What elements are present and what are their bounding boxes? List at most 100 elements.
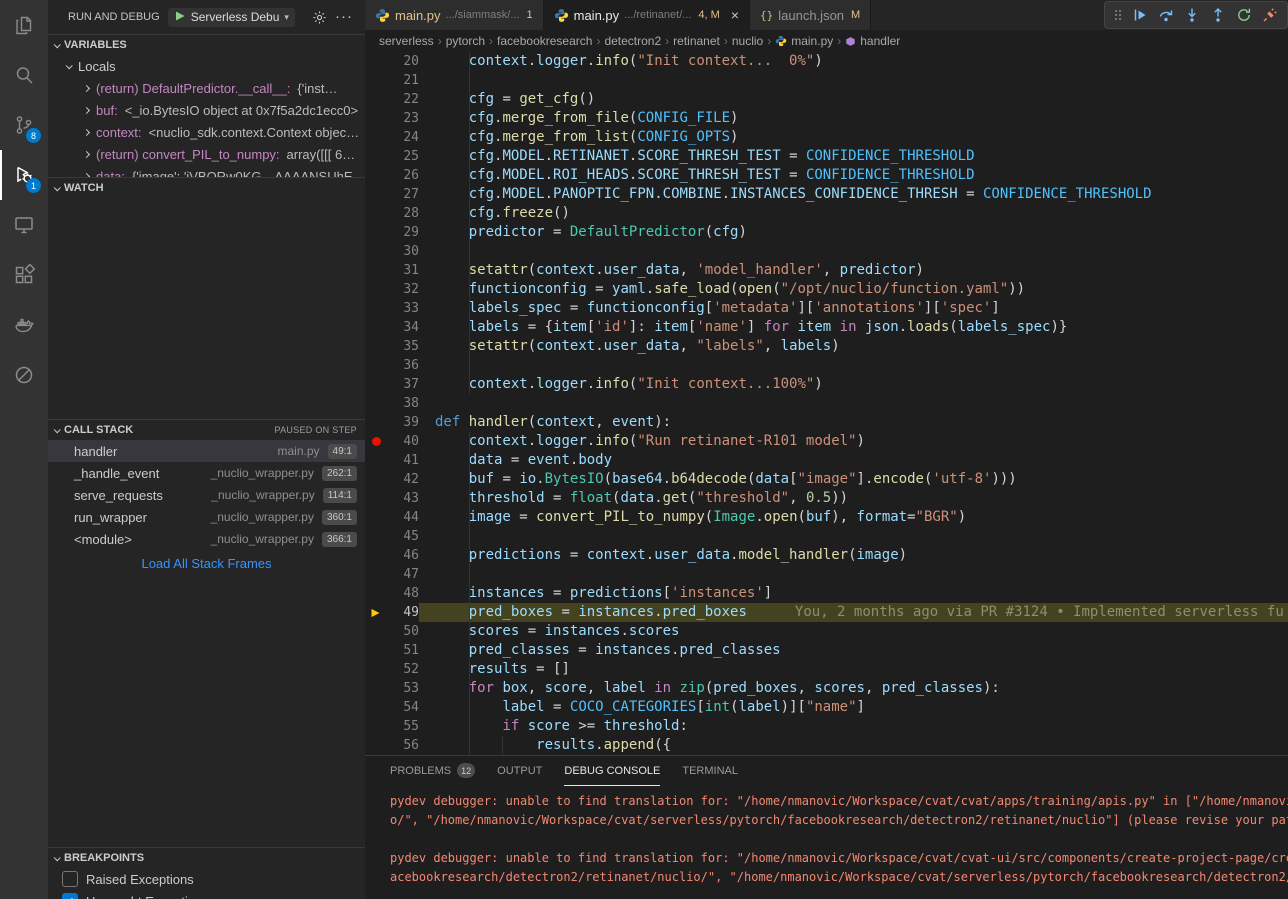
- line-number[interactable]: 38: [387, 394, 419, 413]
- breadcrumb-item[interactable]: main.py: [775, 34, 833, 48]
- more-actions-icon[interactable]: ···: [335, 12, 353, 22]
- line-number[interactable]: 40: [387, 432, 419, 451]
- breakpoint-item[interactable]: ✓Uncaught Exceptions: [48, 890, 365, 899]
- variable-row[interactable]: (return) DefaultPredictor.__call__: {'in…: [48, 77, 365, 99]
- code-line[interactable]: 47: [365, 565, 1288, 584]
- line-number[interactable]: 32: [387, 280, 419, 299]
- code-line[interactable]: 55 if score >= threshold:: [365, 717, 1288, 736]
- circle-slash-icon[interactable]: [0, 350, 48, 400]
- code-editor[interactable]: 20 context.logger.info("Init context... …: [365, 52, 1288, 755]
- line-number[interactable]: 25: [387, 147, 419, 166]
- line-number[interactable]: 30: [387, 242, 419, 261]
- code-line[interactable]: 49 pred_boxes = instances.pred_boxesYou,…: [365, 603, 1288, 622]
- line-number[interactable]: 54: [387, 698, 419, 717]
- panel-tab-output[interactable]: OUTPUT: [497, 756, 542, 786]
- gear-icon[interactable]: [312, 10, 327, 25]
- line-number[interactable]: 28: [387, 204, 419, 223]
- step-into-icon[interactable]: [1180, 3, 1204, 27]
- line-number[interactable]: 49: [387, 603, 419, 622]
- code-line[interactable]: 23 cfg.merge_from_file(CONFIG_FILE): [365, 109, 1288, 128]
- line-number[interactable]: 29: [387, 223, 419, 242]
- breadcrumb-item[interactable]: retinanet: [673, 34, 720, 48]
- code-line[interactable]: 39def handler(context, event):: [365, 413, 1288, 432]
- code-line[interactable]: 36: [365, 356, 1288, 375]
- checkbox[interactable]: [62, 871, 78, 887]
- line-number[interactable]: 34: [387, 318, 419, 337]
- stack-frame[interactable]: serve_requests_nuclio_wrapper.py114:1: [48, 484, 365, 506]
- line-number[interactable]: 42: [387, 470, 419, 489]
- debug-config-dropdown[interactable]: Serverless Debu ▾: [168, 8, 295, 27]
- start-debugging-icon[interactable]: [174, 10, 186, 25]
- line-number[interactable]: 46: [387, 546, 419, 565]
- code-line[interactable]: 38: [365, 394, 1288, 413]
- line-number[interactable]: 45: [387, 527, 419, 546]
- editor-tab[interactable]: {}launch.jsonM: [750, 0, 871, 30]
- code-line[interactable]: 43 threshold = float(data.get("threshold…: [365, 489, 1288, 508]
- code-line[interactable]: 27 cfg.MODEL.PANOPTIC_FPN.COMBINE.INSTAN…: [365, 185, 1288, 204]
- code-line[interactable]: 34 labels = {item['id']: item['name'] fo…: [365, 318, 1288, 337]
- line-number[interactable]: 55: [387, 717, 419, 736]
- extensions-icon[interactable]: [0, 250, 48, 300]
- code-line[interactable]: 37 context.logger.info("Init context...1…: [365, 375, 1288, 394]
- breadcrumb-item[interactable]: facebookresearch: [497, 34, 592, 48]
- breakpoint-item[interactable]: Raised Exceptions: [48, 868, 365, 890]
- line-number[interactable]: 24: [387, 128, 419, 147]
- step-over-icon[interactable]: [1154, 3, 1178, 27]
- variable-row[interactable]: data: {'image': 'iVBORw0KG…AAAANSUhE…: [48, 165, 365, 177]
- line-number[interactable]: 47: [387, 565, 419, 584]
- line-number[interactable]: 50: [387, 622, 419, 641]
- line-number[interactable]: 48: [387, 584, 419, 603]
- debug-current-line-arrow-icon[interactable]: [365, 603, 387, 622]
- code-line[interactable]: 25 cfg.MODEL.RETINANET.SCORE_THRESH_TEST…: [365, 147, 1288, 166]
- editor-tab[interactable]: main.py.../retinanet/...4, M×: [544, 0, 750, 30]
- remote-explorer-icon[interactable]: [0, 200, 48, 250]
- panel-tab-problems[interactable]: PROBLEMS12: [390, 756, 475, 786]
- code-line[interactable]: 46 predictions = context.user_data.model…: [365, 546, 1288, 565]
- panel-tab-debug-console[interactable]: DEBUG CONSOLE: [564, 756, 660, 786]
- variables-section-header[interactable]: VARIABLES: [48, 35, 365, 55]
- line-number[interactable]: 20: [387, 52, 419, 71]
- breadcrumb-item[interactable]: handler: [845, 34, 900, 48]
- panel-tab-terminal[interactable]: TERMINAL: [682, 756, 738, 786]
- watch-section-header[interactable]: WATCH: [48, 178, 365, 198]
- stack-frame[interactable]: _handle_event_nuclio_wrapper.py262:1: [48, 462, 365, 484]
- continue-icon[interactable]: [1128, 3, 1152, 27]
- step-out-icon[interactable]: [1206, 3, 1230, 27]
- breakpoints-section-header[interactable]: BREAKPOINTS: [48, 848, 365, 868]
- line-number[interactable]: 23: [387, 109, 419, 128]
- line-number[interactable]: 52: [387, 660, 419, 679]
- checkbox[interactable]: ✓: [62, 893, 78, 899]
- code-line[interactable]: 22 cfg = get_cfg(): [365, 90, 1288, 109]
- variable-row[interactable]: context: <nuclio_sdk.context.Context obj…: [48, 121, 365, 143]
- stack-frame[interactable]: run_wrapper_nuclio_wrapper.py360:1: [48, 506, 365, 528]
- code-line[interactable]: 31 setattr(context.user_data, 'model_han…: [365, 261, 1288, 280]
- restart-icon[interactable]: [1232, 3, 1256, 27]
- line-number[interactable]: 22: [387, 90, 419, 109]
- line-number[interactable]: 44: [387, 508, 419, 527]
- code-line[interactable]: 20 context.logger.info("Init context... …: [365, 52, 1288, 71]
- code-line[interactable]: 33 labels_spec = functionconfig['metadat…: [365, 299, 1288, 318]
- breadcrumb-item[interactable]: pytorch: [446, 34, 485, 48]
- code-line[interactable]: 35 setattr(context.user_data, "labels", …: [365, 337, 1288, 356]
- search-icon[interactable]: [0, 50, 48, 100]
- line-number[interactable]: 37: [387, 375, 419, 394]
- line-number[interactable]: 21: [387, 71, 419, 90]
- breakpoint-icon[interactable]: [365, 432, 387, 451]
- code-line[interactable]: 32 functionconfig = yaml.safe_load(open(…: [365, 280, 1288, 299]
- variables-scope-locals[interactable]: Locals: [48, 55, 365, 77]
- line-number[interactable]: 56: [387, 736, 419, 755]
- line-number[interactable]: 31: [387, 261, 419, 280]
- breadcrumb-item[interactable]: nuclio: [732, 34, 763, 48]
- code-line[interactable]: 53 for box, score, label in zip(pred_box…: [365, 679, 1288, 698]
- code-line[interactable]: 21: [365, 71, 1288, 90]
- code-line[interactable]: 26 cfg.MODEL.ROI_HEADS.SCORE_THRESH_TEST…: [365, 166, 1288, 185]
- line-number[interactable]: 36: [387, 356, 419, 375]
- code-line[interactable]: 41 data = event.body: [365, 451, 1288, 470]
- variable-row[interactable]: (return) convert_PIL_to_numpy: array([[[…: [48, 143, 365, 165]
- code-line[interactable]: 44 image = convert_PIL_to_numpy(Image.op…: [365, 508, 1288, 527]
- line-number[interactable]: 51: [387, 641, 419, 660]
- breadcrumb-item[interactable]: serverless: [379, 34, 434, 48]
- docker-icon[interactable]: [0, 300, 48, 350]
- code-line[interactable]: 54 label = COCO_CATEGORIES[int(label)]["…: [365, 698, 1288, 717]
- code-line[interactable]: 56 results.append({: [365, 736, 1288, 755]
